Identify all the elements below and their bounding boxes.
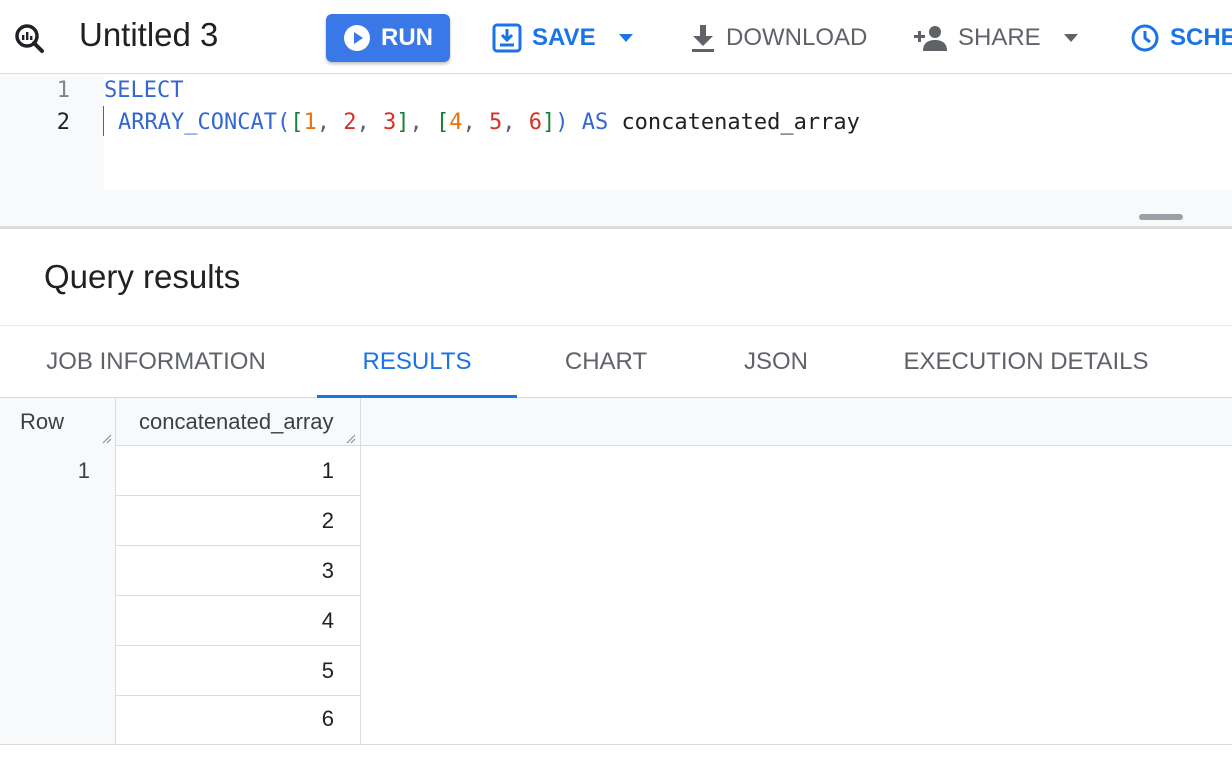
play-circle-icon	[344, 25, 370, 51]
bigquery-logo-icon	[15, 24, 44, 53]
clock-icon	[1131, 24, 1159, 52]
table-cell[interactable]: 6	[116, 694, 360, 744]
text-cursor	[103, 106, 104, 136]
bracket: ]	[541, 110, 556, 135]
header-concatenated-array[interactable]: concatenated_array	[139, 398, 333, 446]
schedule-button-label: SCHE	[1170, 24, 1232, 51]
table-cell[interactable]: 4	[116, 596, 360, 646]
number-literal: 6	[528, 110, 542, 135]
paren: )	[555, 110, 569, 135]
query-toolbar: Untitled 3 RUN SAVE DOWNLOAD SHARE SCHE	[0, 0, 1232, 74]
keyword-as: AS	[568, 110, 622, 135]
row-number: 1	[77, 458, 90, 483]
run-button[interactable]: RUN	[326, 14, 450, 62]
number-literal: 3	[382, 110, 397, 135]
function-name: ARRAY_CONCAT	[118, 110, 277, 135]
table-bottom-border	[0, 744, 1232, 745]
keyword-select: SELECT	[104, 78, 184, 103]
tab-chart[interactable]: CHART	[536, 326, 676, 398]
share-button[interactable]: SHARE	[914, 18, 1079, 58]
tab-json[interactable]: JSON	[710, 326, 842, 398]
comma: ,	[462, 110, 489, 135]
download-button-label: DOWNLOAD	[726, 24, 868, 51]
number-literal: 4	[449, 110, 463, 135]
number-literal: 5	[488, 110, 503, 135]
save-icon	[492, 23, 522, 53]
editor-resize-handle[interactable]	[1139, 214, 1183, 220]
row-number-column	[0, 398, 116, 744]
code-line-1[interactable]: SELECT	[104, 75, 183, 107]
code-line-2[interactable]: ARRAY_CONCAT([1, 2, 3], [4, 5, 6]) AS co…	[118, 107, 860, 139]
chevron-down-icon[interactable]	[1063, 33, 1079, 43]
download-icon	[692, 25, 714, 52]
chevron-down-icon[interactable]	[618, 33, 634, 43]
header-row[interactable]: Row	[20, 398, 64, 446]
comma: ,	[502, 110, 529, 135]
table-cell[interactable]: 2	[116, 496, 360, 546]
save-button-label: SAVE	[532, 24, 596, 51]
results-title: Query results	[44, 258, 241, 295]
save-button[interactable]: SAVE	[492, 18, 634, 58]
share-button-label: SHARE	[958, 24, 1041, 51]
comma: ,	[356, 110, 383, 135]
results-table: Row concatenated_array 1 1 2 3 4 5 6	[0, 398, 1232, 744]
tab-job-information[interactable]: JOB INFORMATION	[0, 326, 312, 398]
column-resize-icon[interactable]	[346, 434, 356, 444]
tab-execution-details[interactable]: EXECUTION DETAILS	[880, 326, 1172, 398]
bracket: [	[290, 110, 304, 135]
sql-editor[interactable]: 1 2 SELECT ARRAY_CONCAT([1, 2, 3], [4, 5…	[0, 74, 1232, 228]
comma: ,	[409, 110, 436, 135]
line-number: 1	[56, 78, 70, 103]
column-divider	[360, 398, 361, 744]
table-cell[interactable]: 1	[116, 446, 360, 496]
column-resize-icon[interactable]	[102, 434, 112, 444]
number-literal: 2	[343, 110, 357, 135]
line-number: 2	[56, 110, 70, 135]
bracket: ]	[396, 110, 410, 135]
comma: ,	[316, 110, 344, 135]
table-cell[interactable]: 5	[116, 646, 360, 696]
person-add-icon	[914, 26, 947, 51]
tab-results[interactable]: RESULTS	[317, 326, 517, 399]
number-literal: 1	[303, 110, 317, 135]
code-area[interactable]: SELECT ARRAY_CONCAT([1, 2, 3], [4, 5, 6]…	[104, 74, 1232, 190]
query-tab-title[interactable]: Untitled 3	[79, 16, 218, 54]
bracket: [	[435, 110, 450, 135]
paren: (	[276, 110, 291, 135]
column-alias: concatenated_array	[621, 110, 860, 135]
editor-divider	[0, 226, 1232, 229]
run-button-label: RUN	[381, 24, 433, 51]
download-button[interactable]: DOWNLOAD	[690, 18, 867, 58]
schedule-button[interactable]: SCHE	[1130, 18, 1232, 58]
results-tabs: JOB INFORMATION RESULTS CHART JSON EXECU…	[0, 325, 1232, 399]
table-cell[interactable]: 3	[116, 546, 360, 596]
